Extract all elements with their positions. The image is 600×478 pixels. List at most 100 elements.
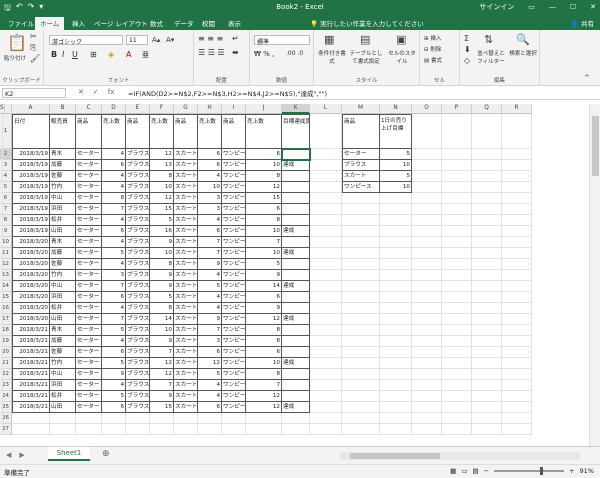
data-cell[interactable]: スカート [174, 182, 198, 193]
empty-cell[interactable] [310, 259, 342, 270]
empty-cell[interactable] [472, 226, 502, 237]
zoom-out-icon[interactable]: − [484, 467, 489, 475]
empty-cell[interactable] [412, 402, 442, 413]
data-cell[interactable]: ワンピース [222, 402, 246, 413]
empty-cell[interactable] [342, 303, 380, 314]
data-cell[interactable]: 6 [102, 292, 126, 303]
data-cell[interactable]: 7 [246, 380, 282, 391]
empty-cell[interactable] [442, 402, 472, 413]
empty-cell[interactable] [246, 424, 282, 435]
empty-cell[interactable] [412, 160, 442, 171]
data-cell[interactable]: 14 [246, 281, 282, 292]
data-cell[interactable]: 4 [102, 336, 126, 347]
empty-cell[interactable] [502, 391, 532, 402]
data-cell[interactable]: 中山 [50, 281, 76, 292]
data-cell[interactable]: ワンピース [222, 281, 246, 292]
empty-cell[interactable] [310, 149, 342, 160]
data-cell[interactable]: ブラウス [126, 215, 150, 226]
data-cell[interactable]: セーター [76, 193, 102, 204]
empty-cell[interactable] [442, 303, 472, 314]
empty-cell[interactable] [342, 413, 380, 424]
empty-cell[interactable] [126, 413, 150, 424]
data-cell[interactable]: ワンピース [222, 149, 246, 160]
data-cell[interactable]: 4 [198, 380, 222, 391]
empty-cell[interactable] [310, 215, 342, 226]
empty-cell[interactable] [342, 204, 380, 215]
data-cell[interactable]: 5 [102, 325, 126, 336]
data-cell[interactable]: セーター [76, 402, 102, 413]
empty-cell[interactable] [502, 413, 532, 424]
achievement-cell[interactable] [282, 171, 310, 182]
empty-cell[interactable] [310, 292, 342, 303]
data-cell[interactable]: セーター [76, 182, 102, 193]
data-cell[interactable]: セーター [76, 281, 102, 292]
formula-input[interactable]: =IF(AND(D2>=N$2,F2>=N$3,H2>=N$4,J2>=N$5)… [128, 88, 327, 98]
data-cell[interactable]: 2018/3/21 [12, 347, 50, 358]
vertical-scrollbar[interactable] [589, 104, 600, 446]
zoom-level[interactable]: 91% [580, 467, 594, 475]
empty-cell[interactable] [222, 413, 246, 424]
data-cell[interactable]: 山田 [50, 314, 76, 325]
italic-button[interactable]: I [62, 50, 64, 59]
empty-cell[interactable] [442, 369, 472, 380]
data-cell[interactable]: 4 [198, 303, 222, 314]
font-color-icon[interactable]: A [126, 50, 131, 59]
data-cell[interactable]: 6 [198, 226, 222, 237]
empty-cell[interactable] [342, 215, 380, 226]
data-cell[interactable]: 2018/3/20 [12, 292, 50, 303]
data-cell[interactable]: スカート [174, 325, 198, 336]
header-cell[interactable]: 商品 [126, 114, 150, 149]
header-cell[interactable]: 商品 [222, 114, 246, 149]
number-format-select[interactable]: 標準 [254, 35, 310, 46]
empty-cell[interactable] [442, 270, 472, 281]
data-cell[interactable]: ブラウス [126, 347, 150, 358]
close-icon[interactable]: ✕ [590, 3, 596, 11]
data-cell[interactable]: ワンピース [222, 314, 246, 325]
empty-cell[interactable] [380, 226, 412, 237]
data-cell[interactable]: 10 [150, 248, 174, 259]
data-cell[interactable]: 山田 [50, 402, 76, 413]
data-cell[interactable]: 4 [102, 182, 126, 193]
data-cell[interactable]: スカート [174, 226, 198, 237]
data-cell[interactable]: 松井 [50, 303, 76, 314]
data-cell[interactable]: 2018/3/21 [12, 358, 50, 369]
empty-cell[interactable] [282, 413, 310, 424]
delete-cells-button[interactable]: ⊟ 削除 [424, 45, 441, 53]
empty-cell[interactable] [412, 369, 442, 380]
empty-cell[interactable] [442, 149, 472, 160]
data-cell[interactable]: セーター [76, 204, 102, 215]
header-cell[interactable]: 売上数 [246, 114, 282, 149]
empty-cell[interactable] [442, 413, 472, 424]
data-cell[interactable]: 佐藤 [50, 171, 76, 182]
data-cell[interactable]: ワンピース [222, 303, 246, 314]
cancel-icon[interactable]: ✕ [78, 88, 84, 96]
data-cell[interactable]: ワンピース [222, 248, 246, 259]
data-cell[interactable]: セーター [76, 160, 102, 171]
data-cell[interactable]: ブラウス [126, 149, 150, 160]
data-cell[interactable]: 14 [150, 314, 174, 325]
data-cell[interactable]: 2018/3/21 [12, 325, 50, 336]
data-cell[interactable]: スカート [174, 259, 198, 270]
data-cell[interactable]: 15 [150, 402, 174, 413]
data-cell[interactable]: 4 [198, 292, 222, 303]
data-cell[interactable]: スカート [174, 270, 198, 281]
empty-cell[interactable] [412, 193, 442, 204]
empty-cell[interactable] [412, 270, 442, 281]
empty-cell[interactable] [310, 248, 342, 259]
achievement-cell[interactable] [282, 292, 310, 303]
header-cell[interactable]: 商品 [342, 114, 380, 149]
data-cell[interactable]: 6 [198, 347, 222, 358]
data-cell[interactable]: セーター [76, 259, 102, 270]
empty-cell[interactable] [76, 424, 102, 435]
data-cell[interactable]: 8 [246, 325, 282, 336]
align-left-icon[interactable]: ☰ ☰ ☰ [198, 48, 225, 57]
empty-cell[interactable] [472, 292, 502, 303]
empty-cell[interactable] [502, 402, 532, 413]
empty-cell[interactable] [342, 358, 380, 369]
empty-cell[interactable] [380, 358, 412, 369]
empty-cell[interactable] [0, 215, 3, 226]
empty-cell[interactable] [0, 204, 3, 215]
empty-cell[interactable] [502, 292, 532, 303]
data-cell[interactable]: 12 [150, 358, 174, 369]
data-cell[interactable]: スカート [174, 369, 198, 380]
